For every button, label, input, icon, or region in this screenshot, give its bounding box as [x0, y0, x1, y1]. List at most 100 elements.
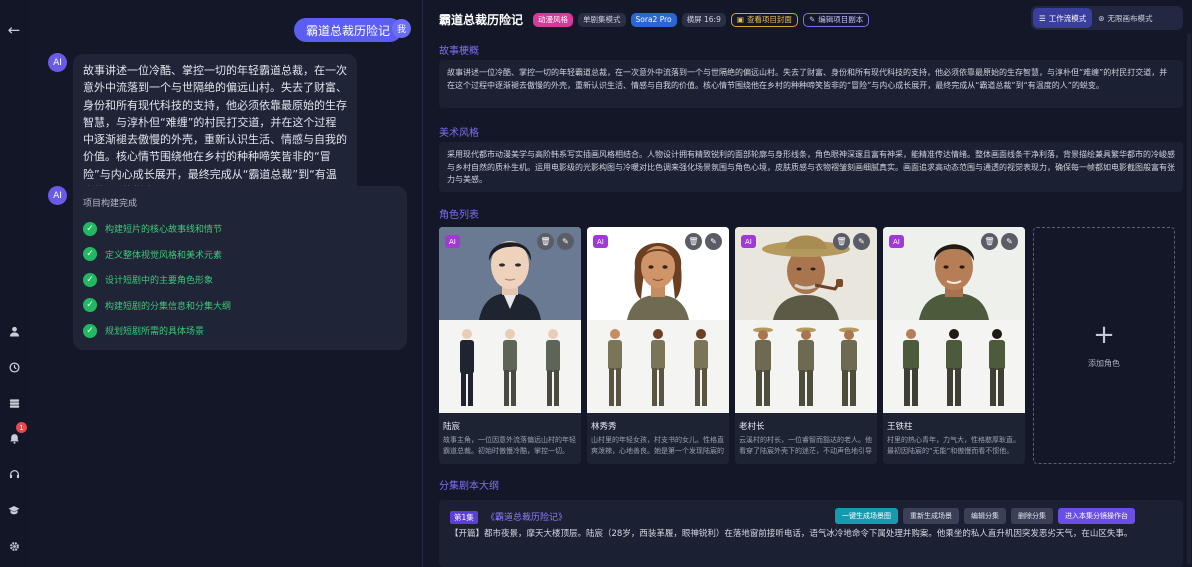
- mode-tag: 单剧集模式: [578, 12, 626, 27]
- history-icon[interactable]: [4, 357, 24, 377]
- task-item-label: 设计短剧中的主要角色形象: [105, 276, 214, 287]
- character-turnaround: [439, 320, 581, 413]
- delete-icon[interactable]: 🗑: [981, 233, 998, 250]
- delete-episode-button[interactable]: 删除分集: [1011, 508, 1053, 524]
- task-card-title: 项目构建完成: [83, 199, 138, 209]
- regenerate-scenes-button[interactable]: 重新生成场景: [903, 508, 959, 524]
- synopsis-heading: 故事梗概: [439, 46, 479, 57]
- model-tag: Sora2 Pro: [630, 12, 677, 27]
- user-message-bubble: 霸道总裁历险记: [294, 18, 403, 42]
- character-description: 村里的热心青年，力气大，性格憨厚耿直。最初因陆宸的“无能”和傲慢而看不惯他。: [887, 436, 1020, 455]
- left-rail: ← 1: [0, 0, 28, 567]
- project-title: 霸道总裁历险记: [439, 13, 524, 27]
- task-item: ✓ 设计短剧中的主要角色形象: [83, 267, 397, 293]
- character-name: 陆宸: [443, 422, 461, 432]
- edit-episode-button[interactable]: 编辑分集: [964, 508, 1006, 524]
- style-tag: 动漫风格: [533, 12, 574, 27]
- characters-heading: 角色列表: [439, 210, 479, 221]
- canvas-mode-button[interactable]: ⊛ 无限画布模式: [1092, 8, 1158, 28]
- chat-panel: 霸道总裁历险记 我 AI 故事讲述一位冷酷、掌控一切的年轻霸道总裁，在一次意外中…: [28, 0, 422, 567]
- task-item: ✓ 规划短剧所需的具体场景: [83, 318, 397, 344]
- character-description: 山村里的年轻女孩，村支书的女儿。性格直爽泼辣，心地善良。她是第一个发现陆宸的人。: [591, 436, 724, 455]
- synopsis-text: 故事讲述一位冷酷、掌控一切的年轻霸道总裁，在一次意外中流落到一个与世隔绝的偏远山…: [439, 60, 1183, 108]
- delete-icon[interactable]: 🗑: [537, 233, 554, 250]
- check-circle-icon: ✓: [83, 298, 97, 313]
- ai-generated-badge: AI: [445, 235, 460, 248]
- delete-icon[interactable]: 🗑: [833, 233, 850, 250]
- episode-number-tag: 第1集: [450, 511, 478, 524]
- edit-document-icon: ✎: [808, 15, 816, 24]
- check-circle-icon: ✓: [83, 221, 97, 236]
- task-progress-card: 项目构建完成 ✓ 构建短片的核心故事线和情节 ✓ 定义整体视觉风格和美术元素 ✓ 设计…: [73, 186, 407, 350]
- task-item: ✓ 定义整体视觉风格和美术元素: [83, 242, 397, 268]
- project-panel: 霸道总裁历险记 动漫风格 单剧集模式 Sora2 Pro 横屏 16:9 ▣ 查看…: [422, 0, 1192, 567]
- character-turnaround: [587, 320, 729, 413]
- edit-script-label: 编辑项目副本: [818, 15, 864, 24]
- notification-badge: 1: [16, 422, 27, 433]
- edit-pencil-icon[interactable]: ✎: [705, 233, 722, 250]
- character-name: 王铁柱: [887, 422, 913, 432]
- episode-actions: 一键生成场景图 重新生成场景 编辑分集 删除分集 进入本集分镜操作台: [835, 508, 1135, 524]
- image-icon: ▣: [736, 15, 744, 24]
- check-circle-icon: ✓: [83, 247, 97, 262]
- character-turnaround: [883, 320, 1025, 413]
- episode-title: 《霸道总裁历险记》: [486, 513, 568, 523]
- task-item: ✓ 构建短剧的分集信息和分集大纲: [83, 293, 397, 319]
- generate-scene-images-button[interactable]: 一键生成场景图: [835, 508, 898, 524]
- task-item-label: 构建短片的核心故事线和情节: [105, 225, 223, 236]
- ai-avatar: AI: [48, 53, 67, 72]
- ai-generated-badge: AI: [889, 235, 904, 248]
- mode-switch: ☰ 工作流模式 ⊛ 无限画布模式: [1031, 6, 1183, 30]
- graduation-cap-icon[interactable]: [4, 500, 24, 520]
- character-description: 故事主角，一位因意外流落偏远山村的年轻霸道总裁。初始时傲慢冷酷，掌控一切。: [443, 436, 576, 455]
- edit-pencil-icon[interactable]: ✎: [557, 233, 574, 250]
- character-image: AI 🗑 ✎: [883, 227, 1025, 413]
- stack-icon[interactable]: [4, 393, 24, 413]
- episodes-heading: 分集剧本大纲: [439, 481, 499, 492]
- check-circle-icon: ✓: [83, 272, 97, 287]
- bell-icon[interactable]: 1: [4, 422, 27, 448]
- workflow-mode-button[interactable]: ☰ 工作流模式: [1033, 8, 1093, 28]
- character-name: 林秀秀: [591, 422, 617, 432]
- character-image: AI 🗑 ✎: [735, 227, 877, 413]
- art-style-text: 采用现代都市动漫美学与高阶韩系写实插画风格相结合。人物设计拥有精致锐利的面部轮廓…: [439, 142, 1183, 192]
- user-avatar: 我: [392, 19, 411, 38]
- ai-generated-badge: AI: [593, 235, 608, 248]
- episode-outline-text: 【开篇】都市夜景，摩天大楼顶层。陆宸（28岁，西装革履，眼神锐利）在落地窗前接听…: [450, 529, 1133, 539]
- character-card[interactable]: AI 🗑 ✎ 林秀秀 山村里的年轻女孩，村支书的女儿。性格直爽泼辣，心地善良。她…: [587, 227, 729, 464]
- open-storyboard-button[interactable]: 进入本集分镜操作台: [1058, 508, 1135, 524]
- ai-avatar-task: AI: [48, 186, 67, 205]
- app-root: ← 1 霸道总裁历险记 我 AI 故事讲述一位冷酷、掌控一切的年轻霸道总裁，在一…: [0, 0, 1192, 567]
- add-character-label: 添加角色: [1088, 359, 1120, 368]
- list-icon: ☰: [1039, 13, 1046, 23]
- edit-pencil-icon[interactable]: ✎: [1001, 233, 1018, 250]
- character-card[interactable]: AI 🗑 ✎ 陆宸 故事主角，一位因意外流落偏远山村的年轻霸道总裁。初始时傲慢冷…: [439, 227, 581, 464]
- view-cover-button[interactable]: ▣ 查看项目封面: [730, 12, 798, 27]
- character-image: AI 🗑 ✎: [587, 227, 729, 413]
- delete-icon[interactable]: 🗑: [685, 233, 702, 250]
- task-item: ✓ 构建短片的核心故事线和情节: [83, 216, 397, 242]
- main-scrollbar[interactable]: [1187, 34, 1191, 564]
- add-character-button[interactable]: + 添加角色: [1033, 227, 1175, 464]
- canvas-mode-label: 无限画布模式: [1107, 13, 1153, 23]
- view-cover-label: 查看项目封面: [746, 15, 792, 24]
- edit-pencil-icon[interactable]: ✎: [853, 233, 870, 250]
- character-card[interactable]: AI 🗑 ✎ 老村长 云溪村的村长，一位睿智而豁达的老人。他看穿了陆宸外壳下的迷…: [735, 227, 877, 464]
- ratio-tag: 横屏 16:9: [681, 12, 726, 27]
- back-arrow-icon[interactable]: ←: [4, 20, 24, 40]
- character-card[interactable]: AI 🗑 ✎ 王铁柱 村里的热心青年，力气大，性格憨厚耿直。最初因陆宸的“无能”…: [883, 227, 1025, 464]
- character-description: 云溪村的村长，一位睿智而豁达的老人。他看穿了陆宸外壳下的迷茫，不动声色地引导他。: [739, 436, 872, 455]
- task-item-label: 规划短剧所需的具体场景: [105, 327, 205, 338]
- edit-script-button[interactable]: ✎ 编辑项目副本: [802, 12, 870, 27]
- nodes-icon: ⊛: [1098, 13, 1105, 23]
- character-turnaround: [735, 320, 877, 413]
- ai-generated-badge: AI: [741, 235, 756, 248]
- settings-gear-icon[interactable]: [4, 536, 24, 556]
- task-item-label: 定义整体视觉风格和美术元素: [105, 250, 223, 261]
- headset-icon[interactable]: [4, 464, 24, 484]
- episode-card: 第1集 《霸道总裁历险记》 一键生成场景图 重新生成场景 编辑分集 删除分集 进…: [439, 500, 1183, 567]
- user-icon[interactable]: [4, 321, 24, 341]
- check-circle-icon: ✓: [83, 323, 97, 338]
- character-image: AI 🗑 ✎: [439, 227, 581, 413]
- task-item-label: 构建短剧的分集信息和分集大纲: [105, 301, 232, 312]
